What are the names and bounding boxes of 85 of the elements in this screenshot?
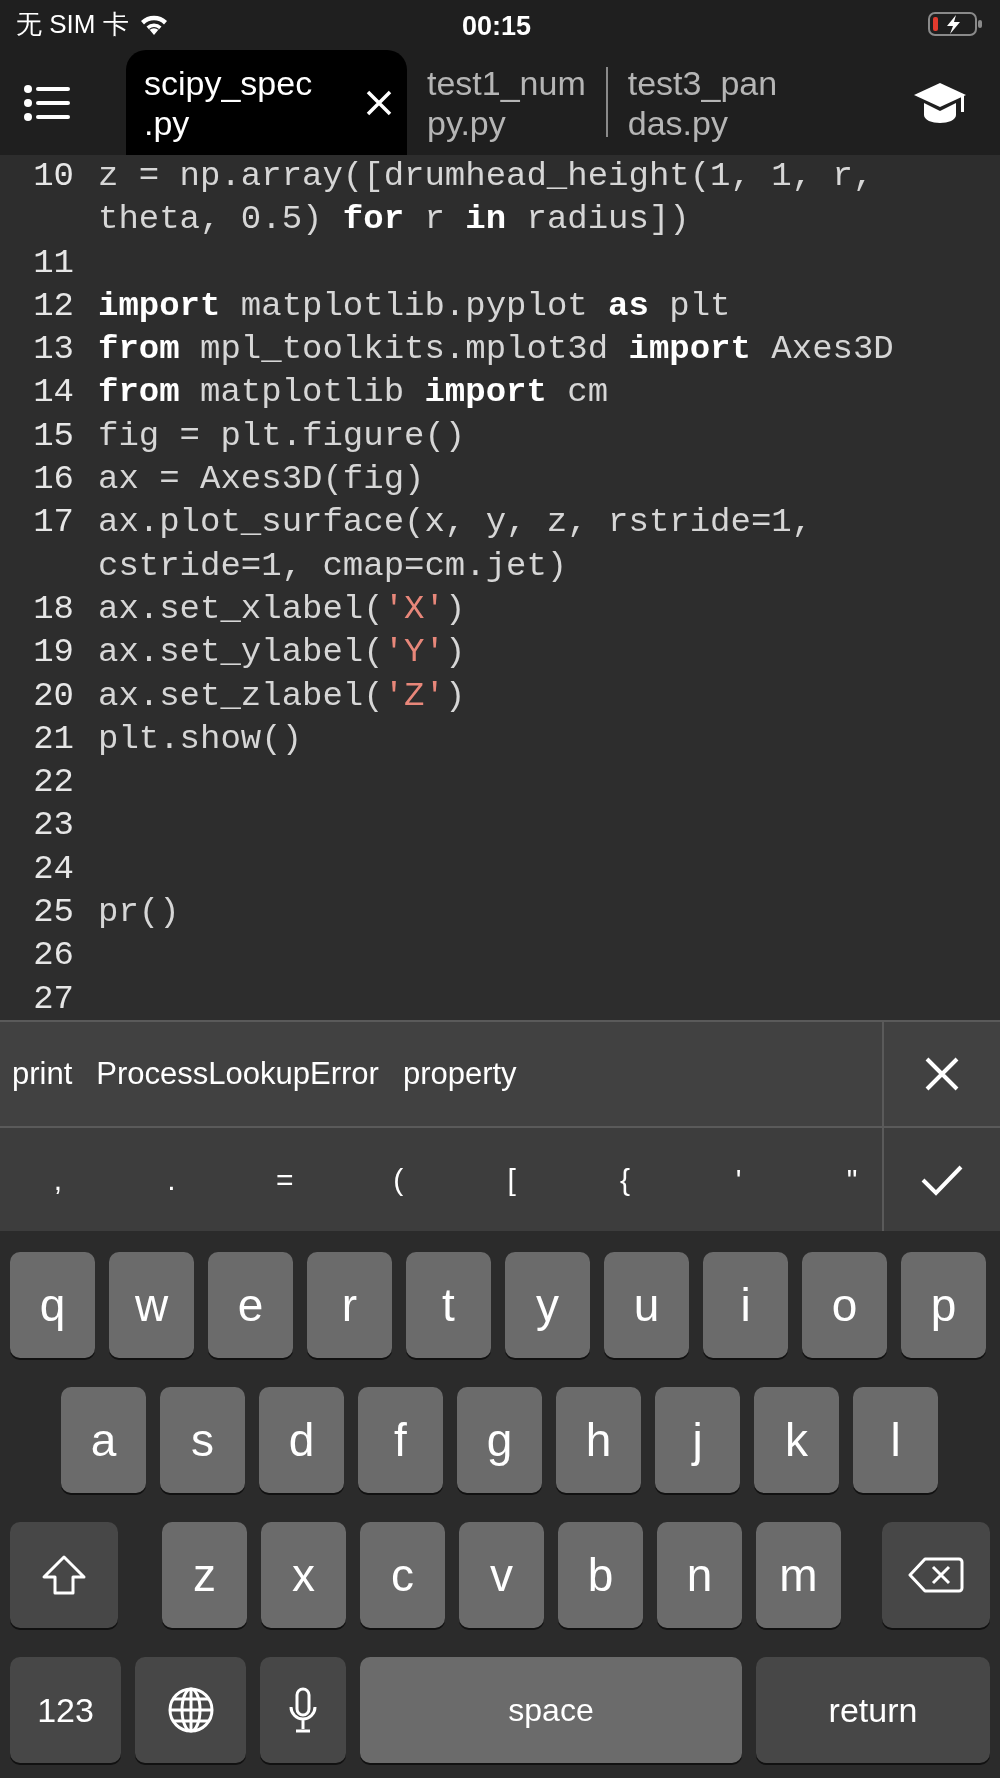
line-number: 19: [32, 632, 74, 674]
file-tab[interactable]: test1_num py.py: [407, 50, 606, 155]
letter-key[interactable]: s: [160, 1387, 245, 1493]
symbol-key[interactable]: ': [718, 1157, 759, 1202]
line-number: 13: [32, 329, 74, 371]
symbol-key[interactable]: =: [264, 1157, 305, 1202]
code-line: ax.plot_surface(x, y, z, rstride=1,: [98, 502, 813, 544]
symbol-key[interactable]: ": [831, 1157, 872, 1202]
file-tab[interactable]: scipy_spec .py: [126, 50, 407, 155]
return-key[interactable]: return: [756, 1657, 990, 1763]
symbol-key[interactable]: [: [491, 1157, 532, 1202]
letter-key[interactable]: a: [61, 1387, 146, 1493]
code-line: plt.show(): [98, 718, 303, 760]
letter-key[interactable]: b: [558, 1522, 643, 1628]
letter-key[interactable]: t: [406, 1252, 491, 1358]
line-number: 23: [32, 805, 74, 847]
letter-key[interactable]: j: [655, 1387, 740, 1493]
battery-icon: [928, 11, 984, 37]
line-number: 25: [32, 892, 74, 934]
line-number: 10: [32, 156, 74, 197]
letter-key[interactable]: i: [703, 1252, 788, 1358]
symbol-key[interactable]: {: [605, 1157, 646, 1202]
line-number: 26: [32, 935, 74, 977]
globe-icon[interactable]: [135, 1657, 246, 1763]
clock-label: 00:15: [462, 10, 532, 43]
line-number: 18: [32, 588, 74, 630]
code-line: ax = Axes3D(fig): [98, 459, 425, 501]
letter-key[interactable]: q: [10, 1252, 95, 1358]
line-number: 16: [32, 459, 74, 501]
letter-key[interactable]: u: [604, 1252, 689, 1358]
symbol-key[interactable]: .: [151, 1157, 192, 1202]
line-number: 22: [32, 762, 74, 804]
letter-key[interactable]: g: [457, 1387, 542, 1493]
letter-key[interactable]: k: [754, 1387, 839, 1493]
suggestion-item[interactable]: property: [402, 1050, 517, 1098]
letter-key[interactable]: x: [261, 1522, 346, 1628]
code-line: ax.set_xlabel('X'): [98, 588, 466, 630]
letter-key[interactable]: v: [459, 1522, 544, 1628]
code-line: ax.set_zlabel('Z'): [98, 675, 466, 717]
code-line: from matplotlib import cm: [98, 372, 609, 414]
line-number: 14: [32, 372, 74, 414]
numbers-key[interactable]: 123: [10, 1657, 121, 1763]
letter-key[interactable]: c: [360, 1522, 445, 1628]
line-number: 17: [32, 502, 74, 544]
letter-key[interactable]: d: [259, 1387, 344, 1493]
line-number: 15: [32, 415, 74, 457]
microphone-icon[interactable]: [260, 1657, 346, 1763]
letter-key[interactable]: w: [109, 1252, 194, 1358]
letter-key[interactable]: z: [162, 1522, 247, 1628]
close-icon[interactable]: [365, 88, 393, 117]
file-tab[interactable]: test3_pan das.py: [607, 50, 798, 155]
letter-key[interactable]: e: [208, 1252, 293, 1358]
code-line: pr(): [98, 892, 180, 934]
letter-key[interactable]: y: [505, 1252, 590, 1358]
line-number: 20: [32, 675, 74, 717]
line-number: 11: [32, 242, 74, 284]
symbol-key[interactable]: (: [378, 1157, 419, 1202]
line-number: 21: [32, 718, 74, 760]
letter-key[interactable]: r: [307, 1252, 392, 1358]
line-number: 12: [32, 285, 74, 327]
close-icon[interactable]: [924, 1056, 960, 1092]
line-number: 24: [32, 848, 74, 890]
line-number: 27: [32, 978, 74, 1020]
letter-key[interactable]: m: [756, 1522, 841, 1628]
code-line: fig = plt.figure(): [98, 415, 466, 457]
space-bar[interactable]: space: [360, 1657, 742, 1763]
letter-key[interactable]: n: [657, 1522, 742, 1628]
shift-icon[interactable]: [10, 1522, 118, 1628]
code-line: ax.set_ylabel('Y'): [98, 632, 466, 674]
letter-key[interactable]: p: [901, 1252, 986, 1358]
code-line: theta, 0.5) for r in radius]): [98, 199, 691, 241]
letter-key[interactable]: o: [802, 1252, 887, 1358]
code-line: cstride=1, cmap=cm.jet): [98, 545, 569, 587]
code-line: z = np.array([drumhead_height(1, 1, r,: [98, 156, 874, 197]
letter-key[interactable]: f: [358, 1387, 443, 1493]
suggestion-item[interactable]: ProcessLookupError: [96, 1050, 379, 1098]
suggestion-item[interactable]: print: [12, 1050, 73, 1098]
carrier-label: 无 SIM 卡: [16, 7, 129, 41]
graduation-cap-icon[interactable]: [912, 81, 968, 125]
code-line: import matplotlib.pyplot as plt: [98, 285, 731, 327]
delete-icon[interactable]: [882, 1522, 990, 1628]
symbol-key[interactable]: ,: [38, 1157, 78, 1202]
letter-key[interactable]: h: [556, 1387, 641, 1493]
letter-key[interactable]: l: [853, 1387, 938, 1493]
code-line: from mpl_toolkits.mplot3d import Axes3D: [98, 329, 894, 371]
